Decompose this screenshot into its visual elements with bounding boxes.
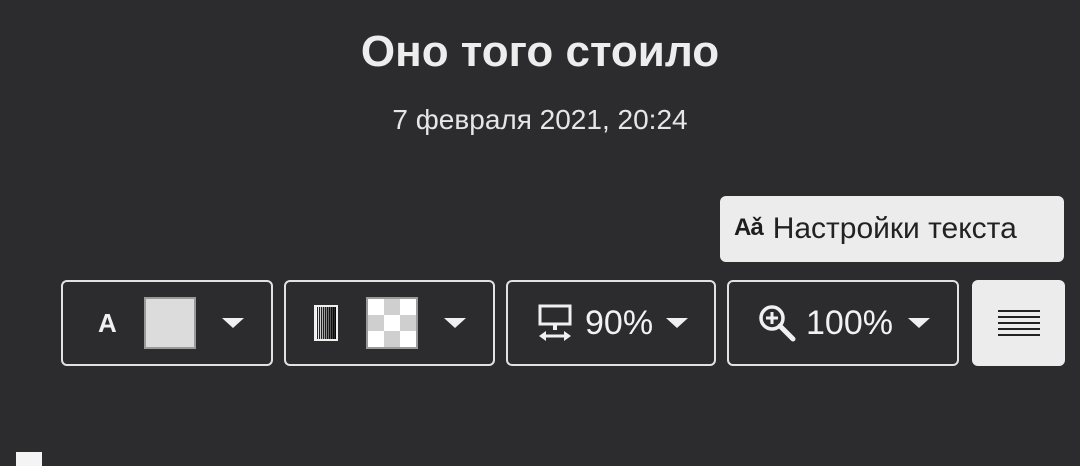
zoom-value: 100% (806, 303, 893, 342)
text-settings-label: Настройки текста (772, 212, 1017, 245)
chevron-down-icon (908, 318, 930, 328)
font-color-dropdown[interactable]: A (61, 280, 273, 366)
width-dropdown[interactable]: 90% (506, 280, 716, 366)
content-edge-block (16, 452, 42, 466)
chevron-down-icon (444, 318, 466, 328)
justify-lines-icon (997, 310, 1040, 336)
article-date: 7 февраля 2021, 20:24 (392, 104, 688, 135)
text-settings-button[interactable]: Aǎ Настройки текста (720, 196, 1064, 262)
zoom-dropdown[interactable]: 100% (727, 280, 959, 366)
article-title: Оно того стоило (360, 27, 720, 76)
font-color-swatch (144, 297, 196, 349)
width-icon (538, 304, 572, 341)
font-letter-icon: A (98, 307, 117, 338)
background-gradient-icon (314, 305, 338, 341)
width-value: 90% (585, 303, 654, 342)
background-swatch (366, 297, 418, 349)
background-dropdown[interactable] (284, 280, 495, 366)
text-size-icon: Aǎ (734, 214, 764, 241)
chevron-down-icon (222, 318, 244, 328)
zoom-in-icon (759, 305, 796, 342)
chevron-down-icon (666, 318, 688, 328)
justify-alignment-button[interactable] (972, 280, 1065, 366)
